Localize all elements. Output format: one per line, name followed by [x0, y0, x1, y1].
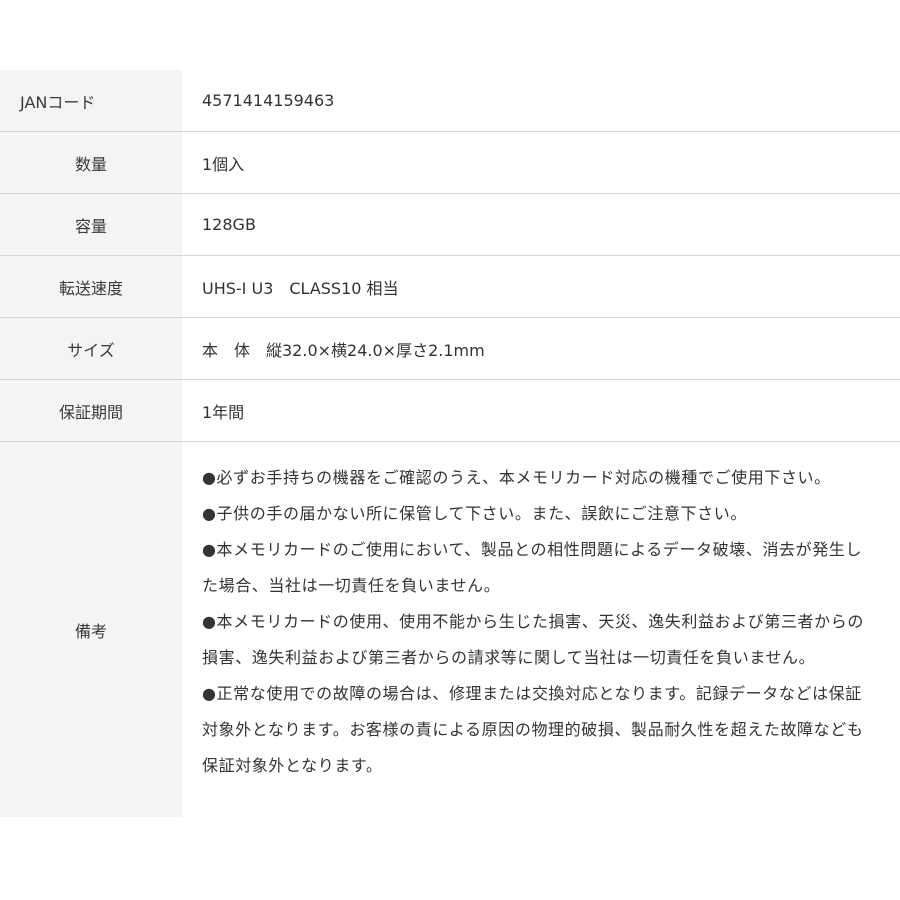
note-item: ●本メモリカードのご使用において、製品との相性問題によるデータ破壊、消去が発生し…: [202, 540, 863, 595]
spec-row-quantity: 数量 1個入: [0, 131, 900, 193]
spec-value: 1年間: [202, 402, 245, 422]
spec-label: 容量: [0, 194, 182, 255]
spec-row-transfer-speed: 転送速度 UHS-I U3 CLASS10 相当: [0, 255, 900, 317]
spec-row-size: サイズ 本 体 縦32.0×横24.0×厚さ2.1mm: [0, 317, 900, 379]
spec-label: 転送速度: [0, 256, 182, 317]
spec-value: 1個入: [202, 154, 245, 174]
spec-row-notes: 備考 ●必ずお手持ちの機器をご確認のうえ、本メモリカード対応の機種でご使用下さい…: [0, 441, 900, 817]
spec-label: 備考: [0, 442, 182, 817]
spec-label: 数量: [0, 132, 182, 193]
spec-label: サイズ: [0, 318, 182, 379]
spec-value: 128GB: [202, 215, 256, 234]
spec-label: 保証期間: [0, 380, 182, 441]
spec-value: ●必ずお手持ちの機器をご確認のうえ、本メモリカード対応の機種でご使用下さい。 ●…: [182, 442, 900, 817]
spec-label: JANコード: [0, 70, 182, 131]
note-item: ●子供の手の届かない所に保管して下さい。また、誤飲にご注意下さい。: [202, 504, 747, 523]
spec-value: UHS-I U3 CLASS10 相当: [202, 278, 399, 298]
spec-value: 本 体 縦32.0×横24.0×厚さ2.1mm: [202, 340, 485, 360]
spec-row-jan-code: JANコード 4571414159463: [0, 70, 900, 131]
note-item: ●正常な使用での故障の場合は、修理または交換対応となります。記録データなどは保証…: [202, 684, 864, 775]
spec-row-warranty: 保証期間 1年間: [0, 379, 900, 441]
spec-value: 4571414159463: [202, 91, 335, 110]
spec-table: JANコード 4571414159463 数量 1個入 容量 128GB 転送速…: [0, 70, 900, 817]
note-item: ●必ずお手持ちの機器をご確認のうえ、本メモリカード対応の機種でご使用下さい。: [202, 468, 831, 487]
note-item: ●本メモリカードの使用、使用不能から生じた損害、天災、逸失利益および第三者からの…: [202, 612, 864, 667]
notes-list: ●必ずお手持ちの機器をご確認のうえ、本メモリカード対応の機種でご使用下さい。 ●…: [202, 460, 878, 784]
spec-row-capacity: 容量 128GB: [0, 193, 900, 255]
